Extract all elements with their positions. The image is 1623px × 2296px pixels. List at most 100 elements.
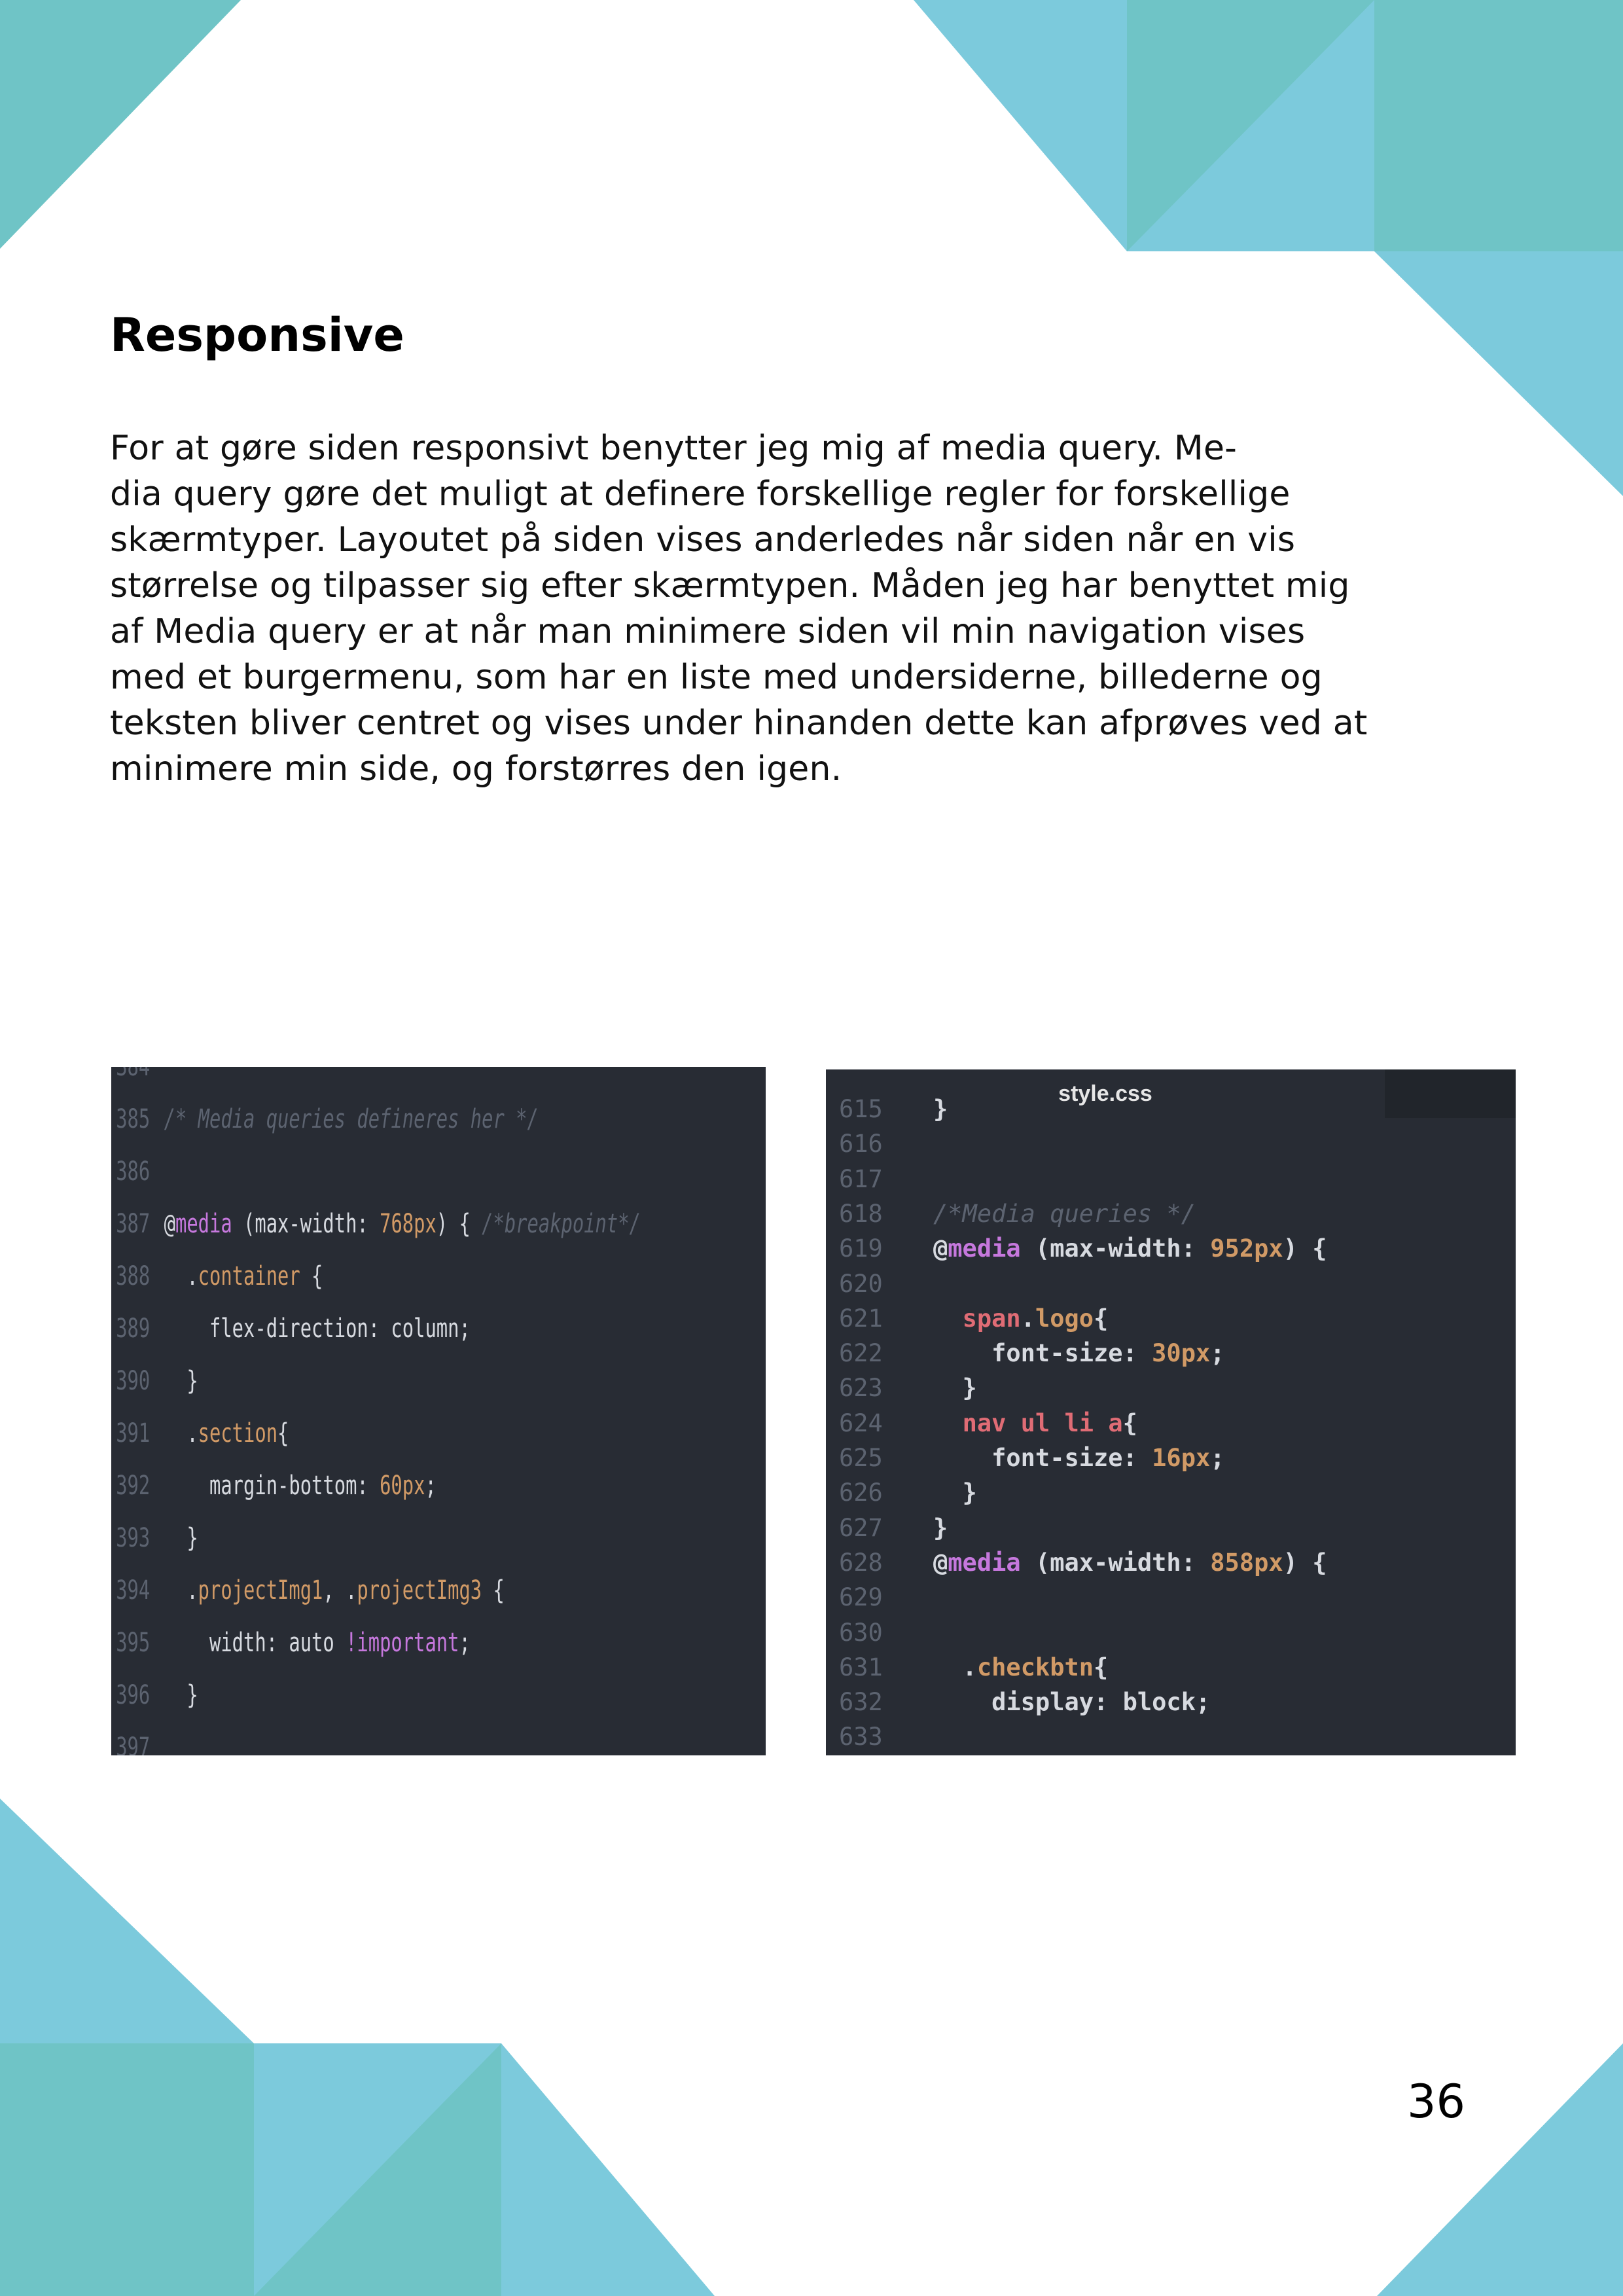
code-line: 628 @media (max-width: 858px) { [826, 1545, 1516, 1580]
code-token: { [482, 1575, 505, 1605]
code-token: 30px [1152, 1339, 1211, 1368]
code-token: font-size: [933, 1339, 1152, 1368]
code-token: 60px [380, 1471, 425, 1501]
paragraph-line: skærmtyper. Layoutet på siden vises ande… [110, 520, 1296, 560]
line-number: 386 [116, 1157, 151, 1187]
code-token: ) { [436, 1209, 482, 1239]
code-token: /*Media queries */ [933, 1199, 1196, 1228]
code-token: } [164, 1680, 198, 1710]
paragraph-line: teksten bliver centret og vises under hi… [110, 704, 1368, 743]
line-number: 625 [839, 1444, 883, 1472]
code-token: @ [164, 1209, 175, 1239]
code-token: section [198, 1418, 278, 1448]
code-token: 768px [380, 1209, 437, 1239]
bottom-left-triangle-c [501, 2043, 715, 2296]
code-line: 391 .section{ [111, 1407, 582, 1460]
paragraph-line: For at gøre siden responsivt benytter je… [110, 429, 1238, 468]
line-number: 389 [116, 1314, 151, 1344]
code-token: { [1122, 1408, 1137, 1437]
code-line: 620 [826, 1266, 1516, 1301]
code-line: 626 } [826, 1475, 1516, 1510]
code-token: ; [459, 1628, 471, 1658]
line-number: 392 [116, 1471, 151, 1501]
code-token: nav ul li a [962, 1408, 1123, 1437]
code-token: { [277, 1418, 289, 1448]
line-number: 623 [839, 1374, 883, 1403]
line-number: 396 [116, 1680, 151, 1710]
line-number: 631 [839, 1653, 883, 1681]
line-number: 393 [116, 1523, 151, 1553]
paragraph-line: af Media query er at når man minimere si… [110, 612, 1306, 651]
code-line: 629 [826, 1580, 1516, 1615]
line-number: 627 [839, 1513, 883, 1542]
code-line: 619 @media (max-width: 952px) { [826, 1231, 1516, 1266]
line-number: 397 [116, 1732, 151, 1755]
code-token: { [1094, 1304, 1109, 1333]
code-token: display: block; [933, 1688, 1211, 1717]
code-token: } [933, 1095, 948, 1123]
code-line: 616 [826, 1126, 1516, 1161]
code-token: projectImg3 [357, 1575, 482, 1605]
code-token: } [933, 1479, 977, 1507]
code-line: 389 flex-direction: column; [111, 1302, 582, 1355]
code-line: 387 @media (max-width: 768px) { /*breakpo… [111, 1198, 641, 1250]
code-token: } [164, 1366, 198, 1396]
code-token: } [164, 1523, 198, 1553]
line-number: 624 [839, 1408, 883, 1437]
paragraph-line: minimere min side, og forstørres den ige… [110, 749, 842, 789]
line-number: 619 [839, 1234, 883, 1263]
code-token: (max-width: [1020, 1548, 1211, 1577]
code-line: 632 display: block; [826, 1685, 1516, 1719]
code-token: ; [425, 1471, 437, 1501]
code-line: 623 } [826, 1371, 1516, 1405]
code-token: container [198, 1261, 300, 1291]
line-number: 395 [116, 1628, 151, 1658]
code-token: !important [346, 1628, 459, 1658]
line-number: 615 [839, 1095, 883, 1123]
code-line: 631 .checkbtn{ [826, 1650, 1516, 1685]
line-number: 618 [839, 1199, 883, 1228]
code-token: width: auto [164, 1628, 346, 1658]
code-token: { [300, 1261, 323, 1291]
code-token: ) { [1283, 1548, 1327, 1577]
code-token: ) { [1283, 1234, 1327, 1263]
code-screenshot-right: style.css 615} 616 617 618/*Media queries *… [826, 1069, 1516, 1755]
body-paragraph: For at gøre siden responsivt benytter je… [110, 425, 1497, 792]
code-line: 384 [111, 1067, 582, 1093]
line-number: 384 [116, 1067, 151, 1082]
code-token: span [962, 1304, 1021, 1333]
line-number: 385 [116, 1104, 151, 1134]
line-number: 388 [116, 1261, 151, 1291]
paragraph-line: dia query gøre det muligt at definere fo… [110, 475, 1291, 514]
line-number: 629 [839, 1583, 883, 1612]
line-number: 633 [839, 1723, 883, 1751]
code-token: media [948, 1234, 1021, 1263]
line-number: 620 [839, 1269, 883, 1298]
code-token: . [164, 1418, 198, 1448]
line-number: 632 [839, 1688, 883, 1717]
code-line: 624 nav ul li a{ [826, 1406, 1516, 1441]
bottom-left-triangle-a [0, 1799, 254, 2043]
code-token: /* Media queries defineres her */ [164, 1104, 539, 1134]
code-token: 16px [1152, 1444, 1211, 1472]
code-line: 622 font-size: 30px; [826, 1336, 1516, 1371]
page-heading: Responsive [110, 308, 404, 362]
code-line: 621 span.logo{ [826, 1301, 1516, 1336]
code-line: 397 [111, 1721, 582, 1755]
code-token: ; [1210, 1444, 1225, 1472]
code-token: . [164, 1575, 198, 1605]
bottom-left-square-a [0, 2043, 254, 2296]
line-number: 617 [839, 1164, 883, 1193]
code-line: 393 } [111, 1512, 582, 1564]
code-token: media [175, 1209, 232, 1239]
code-token: (max-width: [1020, 1234, 1211, 1263]
code-line: 394 .projectImg1, .projectImg3 { [111, 1564, 582, 1617]
code-token: } [933, 1374, 977, 1403]
code-screenshot-left: 384 385 /* Media queries defineres her */ 3… [111, 1067, 766, 1755]
code-token: margin-bottom: [164, 1471, 380, 1501]
top-right-square-b [1374, 0, 1623, 251]
code-line: 388 .container { [111, 1250, 582, 1302]
code-line: 386 [111, 1145, 582, 1198]
